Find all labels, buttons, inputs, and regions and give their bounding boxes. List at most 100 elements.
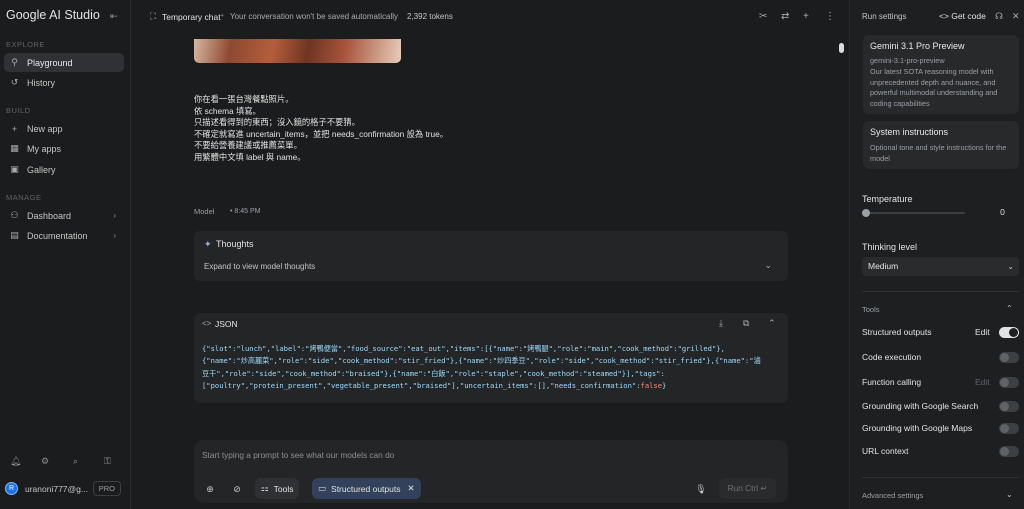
json-title: JSON <box>215 319 238 329</box>
scrollbar[interactable] <box>839 43 844 53</box>
documentation-icon: ▤ <box>10 230 19 240</box>
headset-icon[interactable]: ☊ <box>995 11 1003 22</box>
model-id: gemini-3.1-pro-preview <box>870 56 945 65</box>
sidebar-item-new-app[interactable]: + New app <box>4 119 124 138</box>
temperature-value[interactable]: 0 <box>986 204 1019 220</box>
chevron-up-icon[interactable]: ⌃ <box>1006 304 1013 313</box>
tool-url-context: URL context <box>862 445 1020 459</box>
edit-link[interactable]: Edit <box>975 327 990 337</box>
meal-photo[interactable] <box>194 39 401 63</box>
sidebar-item-documentation[interactable]: ▤ Documentation › <box>4 226 124 245</box>
sidebar-item-dashboard[interactable]: ⚇ Dashboard › <box>4 206 124 225</box>
close-icon[interactable]: ✕ <box>408 483 415 494</box>
sidebar-item-my-apps[interactable]: ▦ My apps <box>4 139 124 158</box>
sidebar-item-label: My apps <box>27 143 62 154</box>
sidebar-footer-icons: 🔔︎ ⚙ ⌕ ⚿ <box>0 456 131 470</box>
sidebar-item-label: Playground <box>27 57 73 68</box>
function-calling-toggle[interactable] <box>999 377 1019 388</box>
copy-icon[interactable]: ⧉ <box>743 318 749 329</box>
section-build: BUILD <box>6 106 31 115</box>
account-row[interactable]: R uranoni777@g... PRO <box>5 480 125 497</box>
sparkle-icon: ✦ <box>204 239 212 249</box>
thoughts-expand-text[interactable]: Expand to view model thoughts <box>204 262 315 271</box>
more-icon[interactable]: ⋮ <box>825 11 835 22</box>
no-image-icon[interactable]: ⊘ <box>227 480 247 498</box>
json-boolean: false <box>640 380 663 390</box>
divider <box>862 477 1019 478</box>
model-name: Gemini 3.1 Pro Preview <box>870 41 965 51</box>
model-card[interactable]: Gemini 3.1 Pro Preview gemini-3.1-pro-pr… <box>863 35 1019 114</box>
toggle-knob <box>1000 447 1009 456</box>
plan-badge: PRO <box>92 481 121 496</box>
tool-label: URL context <box>862 446 909 456</box>
gallery-icon: ▣ <box>10 164 19 174</box>
json-code-block: {"slot":"lunch","label":"烤鴨便當","food_sou… <box>202 343 782 392</box>
advanced-settings[interactable]: Advanced settings <box>862 491 923 500</box>
search-icon[interactable]: ⌕ <box>73 456 78 467</box>
structured-outputs-chip[interactable]: ▭ Structured outputs ✕ <box>312 478 421 499</box>
edit-link[interactable]: Edit <box>975 377 990 387</box>
tools-button[interactable]: ⚏ Tools <box>255 478 300 499</box>
code-execution-toggle[interactable] <box>999 352 1019 363</box>
message-line: 依 schema 填寫。 <box>194 105 261 116</box>
tools-label: Tools <box>273 483 294 494</box>
sidebar-item-gallery[interactable]: ▣ Gallery <box>4 160 124 179</box>
prompt-input[interactable]: Start typing a prompt to see what our mo… <box>202 450 394 460</box>
structured-outputs-toggle[interactable] <box>999 327 1019 338</box>
download-icon[interactable]: ⤓ <box>719 318 723 329</box>
close-panel-icon[interactable]: ✕ <box>1012 11 1020 22</box>
account-email: uranoni777@g... <box>25 483 88 494</box>
prompt-box[interactable]: Start typing a prompt to see what our mo… <box>194 440 788 503</box>
chevron-right-icon: › <box>113 211 116 220</box>
sidebar-item-history[interactable]: ↺ History <box>4 73 124 92</box>
divider <box>862 291 1019 292</box>
chat-icon: ⛶ <box>150 11 157 21</box>
incognito-icon[interactable]: ✂ <box>759 11 767 22</box>
message-line: 不要給營養建議或推薦菜單。 <box>194 140 302 151</box>
tool-google-search: Grounding with Google Search <box>862 400 1020 414</box>
chevron-down-icon[interactable]: ⌄ <box>1006 490 1013 499</box>
tool-google-maps: Grounding with Google Maps <box>862 422 1020 436</box>
playground-icon: ⚲ <box>11 57 18 67</box>
panel-title: Run settings <box>862 12 907 21</box>
new-chat-icon[interactable]: + <box>803 11 809 22</box>
sidebar-item-playground[interactable]: ⚲ Playground <box>4 53 124 72</box>
temperature-slider[interactable] <box>862 209 965 217</box>
chevron-up-icon[interactable]: ⌃ <box>768 318 776 329</box>
toggle-knob <box>1000 378 1009 387</box>
message-line: 只描述看得到的東西；沒入鏡的格子不要猜。 <box>194 117 360 128</box>
temperature-label: Temperature <box>862 194 913 204</box>
get-code-button[interactable]: <> Get code <box>939 11 986 21</box>
section-manage: MANAGE <box>6 193 42 202</box>
url-context-toggle[interactable] <box>999 446 1019 457</box>
tool-structured-outputs: Structured outputs Edit <box>862 326 1020 340</box>
thoughts-panel[interactable]: ✦ Thoughts Expand to view model thoughts… <box>194 231 788 281</box>
key-icon[interactable]: ⚿ <box>104 456 111 467</box>
compare-icon[interactable]: ⇄ <box>781 11 789 22</box>
history-icon: ↺ <box>10 77 19 87</box>
chevron-down-icon[interactable]: ⌄ <box>764 260 772 271</box>
code-icon: <> <box>202 319 212 328</box>
run-button[interactable]: Run Ctrl ↵ <box>719 478 776 499</box>
brand-title: Google AI Studio <box>6 8 100 22</box>
message-line: 你在看一張台灣餐點照片。 <box>194 94 294 104</box>
collapse-sidebar-icon[interactable]: ⇤ <box>110 11 120 21</box>
add-icon[interactable]: ⊕ <box>200 480 220 498</box>
avatar[interactable]: R <box>5 482 18 495</box>
system-instructions-desc: Optional tone and style instructions for… <box>870 143 1007 163</box>
run-settings-panel: Run settings <> Get code ☊ ✕ Gemini 3.1 … <box>849 0 1024 509</box>
system-instructions-card[interactable]: System instructions Optional tone and st… <box>863 121 1019 169</box>
tools-section-title: Tools <box>862 305 880 314</box>
dashboard-icon: ⚇ <box>10 210 19 220</box>
settings-icon[interactable]: ⚙ <box>41 456 49 467</box>
notifications-icon[interactable]: 🔔︎ <box>10 456 21 467</box>
google-maps-toggle[interactable] <box>999 423 1019 434</box>
tool-function-calling: Function calling Edit <box>862 376 1020 390</box>
thinking-level-select[interactable]: Medium ⌄ <box>862 257 1019 276</box>
google-search-toggle[interactable] <box>999 401 1019 412</box>
chip-label: Structured outputs <box>331 483 401 494</box>
slider-handle[interactable] <box>862 209 870 217</box>
microphone-icon[interactable]: 🎙︎ <box>691 480 711 498</box>
thinking-level-label: Thinking level <box>862 242 918 252</box>
tool-label: Structured outputs <box>862 327 932 337</box>
